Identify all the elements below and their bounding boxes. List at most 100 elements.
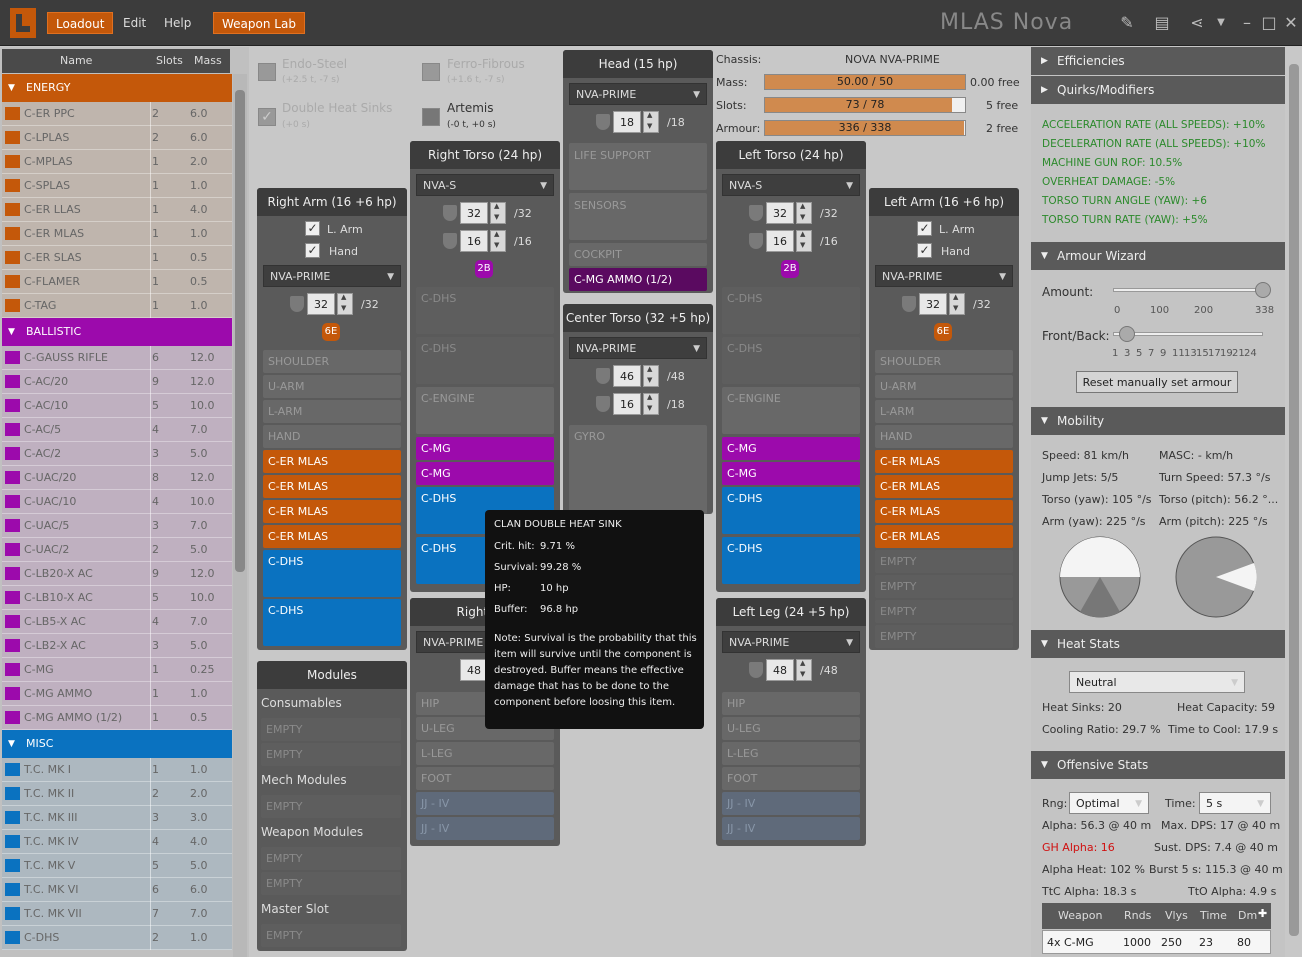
rl-armor-input[interactable]: 48 [460,659,488,681]
rt-slot[interactable]: C-DHS [416,287,554,334]
list-item[interactable]: C-TAG 1 1.0 [2,294,232,318]
la-slot[interactable]: C-ER MLAS [875,500,1013,523]
list-item[interactable]: C-GAUSS RIFLE 6 12.0 [2,346,232,370]
consumable-slot[interactable]: EMPTY [261,718,401,741]
lt-slot-dhs[interactable]: C-DHS [722,487,860,534]
list-item[interactable]: C-SPLAS 1 1.0 [2,174,232,198]
heat-stats-header[interactable]: ▼ Heat Stats [1031,630,1285,658]
ra-slot[interactable]: C-DHS [263,550,401,597]
la-slot[interactable]: L-ARM [875,400,1013,423]
lt-back-stepper[interactable] [796,230,812,252]
ll-armor-input[interactable]: 48 [766,659,794,681]
reset-armour-button[interactable]: Reset manually set armour [1076,371,1238,393]
add-column-icon[interactable]: ✚ [1258,907,1267,920]
list-item[interactable]: C-ER PPC 2 6.0 [2,102,232,126]
list-item[interactable]: T.C. MK IV 4 4.0 [2,830,232,854]
lt-slot[interactable]: C-DHS [722,287,860,334]
right-arm-omnipod-select[interactable]: NVA-PRIME [263,265,401,288]
th-time[interactable]: Time [1200,909,1227,922]
master-module-slot[interactable]: EMPTY [261,924,401,947]
rl-slot-lleg[interactable]: L-LEG [416,742,554,765]
head-slot-sensors[interactable]: SENSORS [569,193,707,240]
col-name[interactable]: Name [60,54,92,67]
th-damage[interactable]: Dm [1238,909,1257,922]
weapon-module-slot[interactable]: EMPTY [261,872,401,895]
ll-slot-lleg[interactable]: L-LEG [722,742,860,765]
ct-back-armor-input[interactable]: 16 [613,393,641,415]
offensive-stats-header[interactable]: ▼ Offensive Stats [1031,751,1285,779]
list-item[interactable]: C-MG 1 0.25 [2,658,232,682]
lt-back-armor-input[interactable]: 16 [766,230,794,252]
list-item[interactable]: T.C. MK I 1 1.0 [2,758,232,782]
rt-back-stepper[interactable] [490,230,506,252]
share-dropdown-icon[interactable]: ▼ [1210,12,1232,34]
lt-slot-engine[interactable]: C-ENGINE [722,387,860,434]
close-icon[interactable]: ✕ [1280,12,1302,34]
la-slot[interactable]: U-ARM [875,375,1013,398]
col-mass[interactable]: Mass [194,54,222,67]
rl-slot-jumpjet[interactable]: JJ - IV [416,817,554,840]
lt-front-armor-input[interactable]: 32 [766,202,794,224]
ll-slot-jumpjet[interactable]: JJ - IV [722,792,860,815]
ra-slot[interactable]: C-ER MLAS [263,525,401,548]
equipment-scroll-thumb[interactable] [235,90,245,572]
amount-slider-track[interactable] [1113,288,1263,292]
front-back-slider-track[interactable] [1113,332,1263,336]
list-item[interactable]: C-LB2-X AC 3 5.0 [2,634,232,658]
lt-slot-dhs[interactable]: C-DHS [722,537,860,584]
rt-front-armor-input[interactable]: 32 [460,202,488,224]
ll-slot-hip[interactable]: HIP [722,692,860,715]
environment-select[interactable]: Neutral [1069,671,1245,694]
rt-slot-mg[interactable]: C-MG [416,437,554,460]
th-volleys[interactable]: Vlys [1165,909,1188,922]
list-item[interactable]: C-MG AMMO 1 1.0 [2,682,232,706]
mobility-header[interactable]: ▼ Mobility [1031,407,1285,435]
list-item[interactable]: T.C. MK V 5 5.0 [2,854,232,878]
la-slot[interactable]: HAND [875,425,1013,448]
ra-slot[interactable]: L-ARM [263,400,401,423]
center-torso-omnipod-select[interactable]: NVA-PRIME [569,337,707,360]
head-slot-cockpit[interactable]: COCKPIT [569,243,707,266]
ll-slot-uleg[interactable]: U-LEG [722,717,860,740]
list-item[interactable]: C-DHS 2 1.0 [2,926,232,950]
ct-front-stepper[interactable] [643,365,659,387]
head-slot-mg-ammo[interactable]: C-MG AMMO (1/2) [569,268,707,291]
efficiencies-header[interactable]: ▶ Efficiencies [1031,47,1285,75]
head-armor-stepper[interactable] [643,111,659,133]
la-slot[interactable]: EMPTY [875,600,1013,623]
rt-slot-mg[interactable]: C-MG [416,462,554,485]
category-misc[interactable]: MISC [2,730,232,758]
left-arm-omnipod-select[interactable]: NVA-PRIME [875,265,1013,288]
ct-slot-gyro[interactable]: GYRO [569,425,707,514]
la-larm-checkbox[interactable]: ✓ [917,221,932,236]
menu-edit[interactable]: Edit [115,12,154,34]
endo-steel-checkbox[interactable] [258,63,276,81]
la-hand-checkbox[interactable]: ✓ [917,243,932,258]
ferro-fibrous-checkbox[interactable] [422,63,440,81]
ra-armor-input[interactable]: 32 [307,293,335,315]
amount-slider-handle[interactable] [1255,282,1271,298]
list-item[interactable]: C-LPLAS 2 6.0 [2,126,232,150]
rl-slot-jumpjet[interactable]: JJ - IV [416,792,554,815]
lt-slot-mg[interactable]: C-MG [722,462,860,485]
th-weapon[interactable]: Weapon [1058,909,1102,922]
list-item[interactable]: C-LB10-X AC 5 10.0 [2,586,232,610]
time-select[interactable]: 5 s [1199,792,1271,815]
chassis-select-icon[interactable]: ▤ [1151,12,1173,34]
list-item[interactable]: T.C. MK II 2 2.0 [2,782,232,806]
ll-slot-jumpjet[interactable]: JJ - IV [722,817,860,840]
list-item[interactable]: C-AC/20 9 12.0 [2,370,232,394]
category-ballistic[interactable]: BALLISTIC [2,318,232,346]
th-rounds[interactable]: Rnds [1124,909,1151,922]
ll-slot-foot[interactable]: FOOT [722,767,860,790]
ra-slot[interactable]: C-ER MLAS [263,450,401,473]
rt-slot-engine[interactable]: C-ENGINE [416,387,554,434]
lt-slot-mg[interactable]: C-MG [722,437,860,460]
double-heat-sinks-checkbox[interactable]: ✓ [258,108,276,126]
share-icon[interactable]: ⋖ [1186,12,1208,34]
list-item[interactable]: C-UAC/5 3 7.0 [2,514,232,538]
la-armor-input[interactable]: 32 [919,293,947,315]
menu-help[interactable]: Help [156,12,199,34]
la-armor-stepper[interactable] [949,293,965,315]
list-item[interactable]: C-AC/2 3 5.0 [2,442,232,466]
